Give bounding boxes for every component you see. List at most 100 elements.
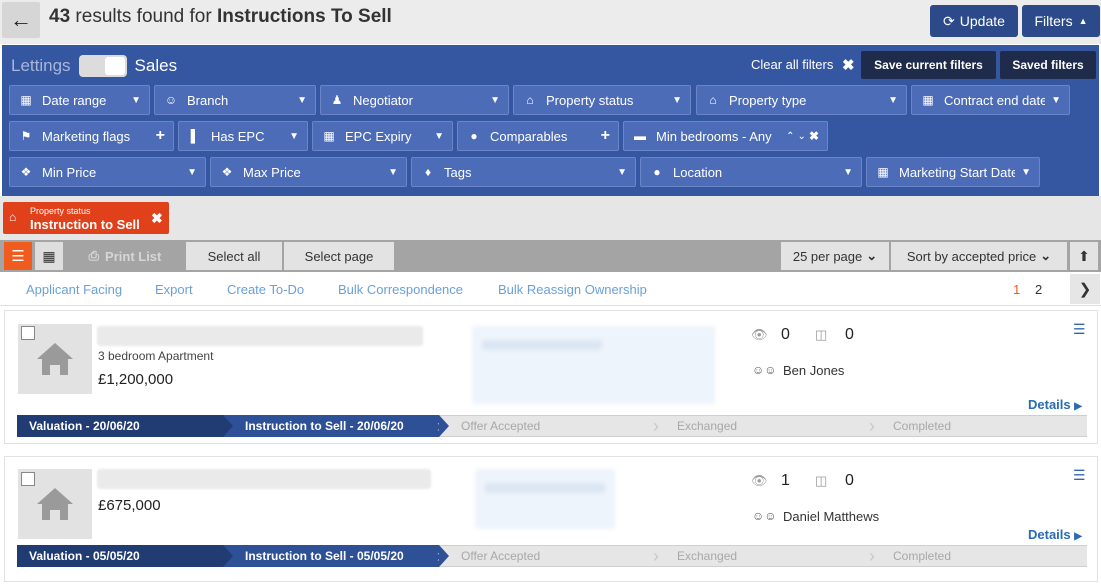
stage-valuation: Valuation - 05/05/20 bbox=[17, 545, 233, 567]
map-view-button[interactable]: ▦ bbox=[35, 242, 63, 270]
caret-down-icon: ▼ bbox=[672, 94, 682, 106]
mode-switch[interactable] bbox=[78, 55, 127, 77]
next-page-button[interactable]: ❯ bbox=[1070, 274, 1100, 304]
lettings-label[interactable]: Lettings bbox=[11, 56, 71, 76]
bulk-correspondence-link[interactable]: Bulk Correspondence bbox=[338, 282, 463, 297]
select-all-button[interactable]: Select all bbox=[186, 242, 282, 270]
list-view-button[interactable]: ☰ bbox=[4, 242, 32, 270]
tag-icon: ♦ bbox=[424, 165, 432, 179]
close-icon[interactable]: ✖ bbox=[842, 56, 855, 74]
contract-end-date-filter[interactable]: ▦ Contract end date ▼ bbox=[911, 85, 1070, 115]
property-status-filter[interactable]: ⌂ Property status ▼ bbox=[513, 85, 691, 115]
sort-dropdown[interactable]: Sort by accepted price ⌄ bbox=[891, 242, 1067, 270]
back-button[interactable]: ← bbox=[2, 2, 40, 38]
clear-all-filters-link[interactable]: Clear all filters bbox=[751, 57, 833, 72]
stage-exchanged: › Exchanged bbox=[653, 545, 871, 567]
select-page-button[interactable]: Select page bbox=[284, 242, 394, 270]
marketing-flags-filter[interactable]: ⚑ Marketing flags + bbox=[9, 121, 174, 151]
close-icon[interactable]: ✖ bbox=[809, 129, 819, 143]
users-icon: ☺☺ bbox=[752, 509, 777, 523]
caret-up-icon: ▲ bbox=[1078, 16, 1088, 26]
listing-checkbox[interactable] bbox=[21, 472, 35, 486]
stage-offer-accepted: ›Offer Accepted bbox=[437, 415, 655, 437]
active-filter-category: Property status bbox=[30, 206, 91, 216]
filters-label: Filters bbox=[1034, 13, 1073, 29]
marketing-start-date-filter[interactable]: ▦ Marketing Start Date ▼ bbox=[866, 157, 1040, 187]
progress-track: Valuation - 20/06/20 Instruction to Sell… bbox=[17, 415, 1087, 437]
branch-filter[interactable]: ☺ Branch ▼ bbox=[154, 85, 316, 115]
property-type-filter[interactable]: ⌂ Property type ▼ bbox=[696, 85, 907, 115]
print-icon: ⎙ bbox=[88, 248, 100, 263]
min-bedrooms-filter[interactable]: ▬ Min bedrooms - Any ⌃ ⌄ ✖ bbox=[623, 121, 828, 151]
remove-filter-icon[interactable]: ✖ bbox=[151, 210, 163, 227]
chevron-separator-icon: › bbox=[869, 546, 875, 566]
date-range-filter[interactable]: ▦ Date range ▼ bbox=[9, 85, 150, 115]
list-icon: ☰ bbox=[11, 248, 25, 265]
applicant-facing-link[interactable]: Applicant Facing bbox=[26, 282, 122, 297]
max-price-filter[interactable]: ❖ Max Price ▼ bbox=[210, 157, 407, 187]
sort-direction-button[interactable]: ⬆ bbox=[1070, 242, 1098, 270]
chevron-up-icon[interactable]: ⌃ bbox=[786, 131, 794, 142]
sort-up-icon: ⬆ bbox=[1078, 247, 1090, 264]
calendar-icon: ▦ bbox=[877, 165, 889, 179]
results-toolbar: ☰ ▦ ⎙ Print List Select all Select page … bbox=[0, 240, 1101, 272]
caret-down-icon: ▼ bbox=[1021, 166, 1031, 178]
menu-icon[interactable]: ☰ bbox=[1073, 321, 1086, 338]
caret-down-icon: ▼ bbox=[490, 94, 500, 106]
min-price-filter[interactable]: ❖ Min Price ▼ bbox=[9, 157, 206, 187]
print-list-button[interactable]: ⎙ Print List bbox=[66, 242, 184, 270]
filters-button[interactable]: Filters ▲ bbox=[1022, 5, 1100, 37]
details-link[interactable]: Details ▶ bbox=[1028, 527, 1082, 542]
negotiator-name[interactable]: Ben Jones bbox=[783, 363, 844, 378]
create-todo-link[interactable]: Create To-Do bbox=[227, 282, 304, 297]
update-button[interactable]: ⟳ Update bbox=[930, 5, 1018, 37]
address-redacted bbox=[97, 469, 431, 489]
page-2-link[interactable]: 2 bbox=[1035, 282, 1042, 297]
views-count: 1 bbox=[781, 472, 790, 489]
price-tag-icon: ❖ bbox=[20, 165, 32, 179]
property-description: 3 bedroom Apartment bbox=[98, 349, 214, 363]
has-epc-filter[interactable]: ▌ Has EPC ▼ bbox=[178, 121, 308, 151]
saved-filters-button[interactable]: Saved filters bbox=[1000, 51, 1096, 79]
save-current-filters-button[interactable]: Save current filters bbox=[861, 51, 996, 79]
comparables-filter[interactable]: ● Comparables + bbox=[457, 121, 619, 151]
menu-icon[interactable]: ☰ bbox=[1073, 467, 1086, 484]
tags-filter[interactable]: ♦ Tags ▼ bbox=[411, 157, 636, 187]
page-1-link[interactable]: 1 bbox=[1013, 282, 1020, 297]
stage-completed: › Completed bbox=[869, 545, 1087, 567]
plus-icon: + bbox=[600, 127, 610, 144]
stage-exchanged: › Exchanged bbox=[653, 415, 871, 437]
per-page-dropdown[interactable]: 25 per page ⌄ bbox=[781, 242, 889, 270]
export-link[interactable]: Export bbox=[155, 282, 193, 297]
back-arrow-icon: ← bbox=[10, 7, 32, 32]
map-preview-redacted[interactable] bbox=[472, 326, 715, 404]
stage-label: Completed bbox=[893, 419, 952, 433]
chevron-down-icon[interactable]: ⌄ bbox=[798, 131, 806, 142]
eye-icon: 👁 bbox=[751, 327, 768, 342]
listing-checkbox[interactable] bbox=[21, 326, 35, 340]
calendar-icon: ▦ bbox=[922, 93, 934, 107]
money-icon: ◫ bbox=[815, 473, 828, 488]
caret-down-icon: ▼ bbox=[1051, 94, 1061, 106]
active-filter-tag[interactable]: ⌂ Property status Instruction to Sell ✖ bbox=[3, 202, 169, 234]
results-text: results found for bbox=[70, 6, 217, 27]
stage-instruction: Instruction to Sell - 05/05/20 bbox=[223, 545, 449, 567]
listing-card: £675,000 👁 1 ◫ 0 ☺☺ Daniel Matthews ☰ De… bbox=[4, 456, 1098, 582]
sales-label[interactable]: Sales bbox=[135, 56, 178, 76]
details-link[interactable]: Details ▶ bbox=[1028, 397, 1082, 412]
location-filter[interactable]: ● Location ▼ bbox=[640, 157, 862, 187]
listing-card: 3 bedroom Apartment £1,200,000 👁 0 ◫ 0 ☺… bbox=[4, 310, 1098, 444]
home-icon: ⌂ bbox=[9, 210, 17, 224]
epc-expiry-filter[interactable]: ▦ EPC Expiry ▼ bbox=[312, 121, 453, 151]
home-icon: ⌂ bbox=[526, 93, 534, 107]
print-list-label: Print List bbox=[105, 248, 162, 264]
negotiator-name[interactable]: Daniel Matthews bbox=[783, 509, 879, 524]
person-icon: ♟ bbox=[331, 93, 343, 107]
details-label: Details bbox=[1028, 527, 1071, 542]
caret-down-icon: ▼ bbox=[388, 166, 398, 178]
money-icon: ◫ bbox=[815, 327, 828, 342]
map-preview-redacted[interactable] bbox=[475, 469, 615, 529]
negotiator-filter[interactable]: ♟ Negotiator ▼ bbox=[320, 85, 509, 115]
bulk-reassign-link[interactable]: Bulk Reassign Ownership bbox=[498, 282, 647, 297]
caret-down-icon: ▼ bbox=[888, 94, 898, 106]
